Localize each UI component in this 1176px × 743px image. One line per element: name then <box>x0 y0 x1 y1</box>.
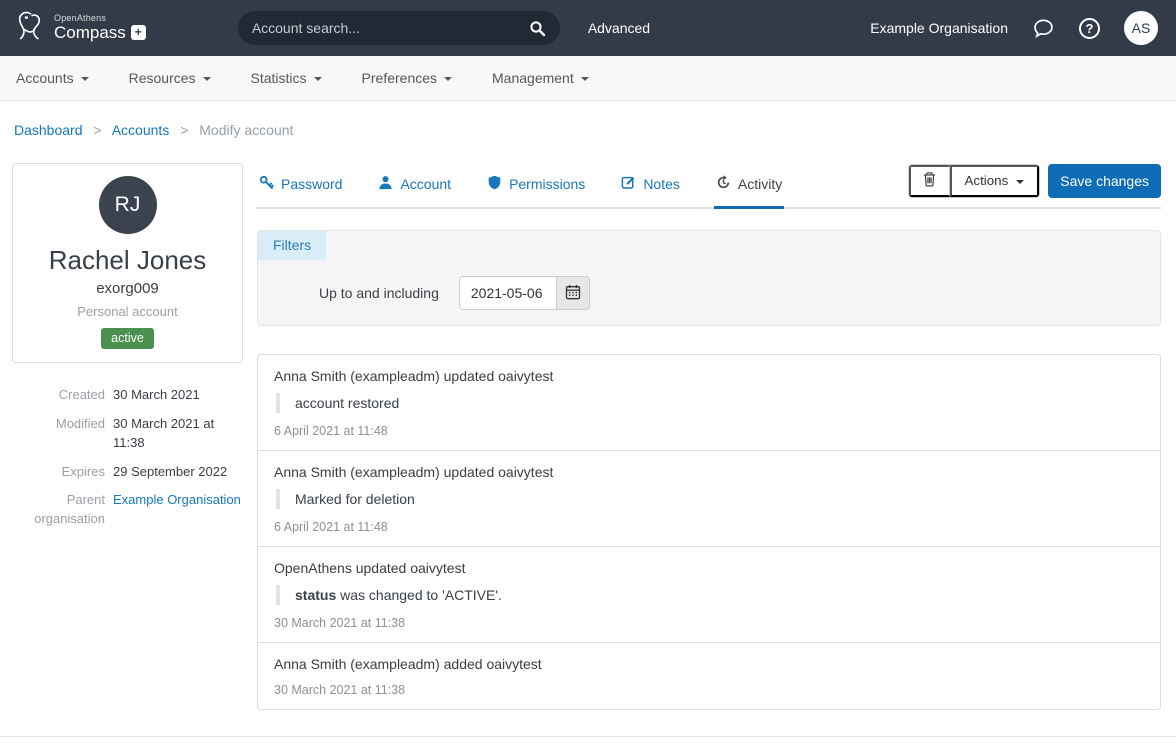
activity-detail: Marked for deletion <box>276 489 1144 509</box>
toolbar: Actions Save changes <box>908 164 1161 198</box>
date-input[interactable] <box>459 276 556 310</box>
actions-button[interactable]: Actions <box>950 165 1040 197</box>
search-icon[interactable] <box>529 20 546 37</box>
breadcrumb-current: Modify account <box>199 122 293 138</box>
detail-created: Created 30 March 2021 <box>12 386 243 405</box>
date-filter-label: Up to and including <box>319 285 439 301</box>
activity-item: Anna Smith (exampleadm) updated oaivytes… <box>258 451 1160 547</box>
account-name: Rachel Jones <box>23 245 232 276</box>
account-editor-panel: Password Account <box>257 163 1161 710</box>
main-nav: Accounts Resources Statistics Preference… <box>0 56 1176 101</box>
trash-icon <box>922 171 937 190</box>
calendar-icon <box>565 284 581 303</box>
nav-item-statistics[interactable]: Statistics <box>251 70 322 86</box>
product-name: Compass <box>54 24 126 43</box>
shield-icon <box>487 175 502 193</box>
save-changes-button[interactable]: Save changes <box>1048 164 1161 198</box>
profile-card: RJ Rachel Jones exorg009 Personal accoun… <box>12 163 243 363</box>
breadcrumb-accounts[interactable]: Accounts <box>112 122 170 138</box>
account-summary-panel: RJ Rachel Jones exorg009 Personal accoun… <box>12 163 243 539</box>
nav-item-management[interactable]: Management <box>492 70 589 86</box>
main-content: RJ Rachel Jones exorg009 Personal accoun… <box>0 163 1176 710</box>
search-input[interactable] <box>252 20 529 36</box>
key-icon <box>259 175 274 193</box>
filters-panel: Filters Up to and including <box>257 230 1161 326</box>
account-details: Created 30 March 2021 Modified 30 March … <box>12 386 243 529</box>
brand-name: OpenAthens <box>54 14 146 24</box>
activity-detail: account restored <box>276 393 1144 413</box>
account-username: exorg009 <box>23 280 232 297</box>
chat-icon[interactable] <box>1032 17 1055 40</box>
activity-list: Anna Smith (exampleadm) updated oaivytes… <box>257 354 1161 710</box>
page-footer: Cookie settings Privacy policy © Copyrig… <box>0 736 1176 743</box>
logo-text: OpenAthens Compass + <box>54 14 146 43</box>
chevron-down-icon <box>581 77 589 81</box>
activity-timestamp: 30 March 2021 at 11:38 <box>274 683 1144 697</box>
chevron-down-icon <box>203 77 211 81</box>
help-icon[interactable]: ? <box>1079 18 1100 39</box>
organisation-name: Example Organisation <box>870 20 1008 36</box>
app-header: OpenAthens Compass + Advanced Example Or… <box>0 0 1176 56</box>
activity-item: Anna Smith (exampleadm) added oaivytest … <box>258 643 1160 709</box>
tab-notes[interactable]: Notes <box>619 163 682 209</box>
nav-item-accounts[interactable]: Accounts <box>16 70 89 86</box>
activity-item: OpenAthens updated oaivytest status was … <box>258 547 1160 643</box>
tab-password[interactable]: Password <box>257 163 344 209</box>
edit-icon <box>621 175 636 193</box>
activity-timestamp: 30 March 2021 at 11:38 <box>274 616 1144 630</box>
chevron-down-icon <box>81 77 89 81</box>
delete-button[interactable] <box>909 165 950 197</box>
calendar-button[interactable] <box>556 276 590 310</box>
account-avatar: RJ <box>99 176 157 234</box>
filters-panel-title: Filters <box>258 231 326 260</box>
parent-organisation-link[interactable]: Example Organisation <box>113 492 241 507</box>
breadcrumb: Dashboard > Accounts > Modify account <box>0 101 1176 163</box>
chevron-down-icon <box>1016 180 1024 184</box>
breadcrumb-dashboard[interactable]: Dashboard <box>14 122 83 138</box>
detail-parent-organisation: Parent organisation Example Organisation <box>12 491 243 529</box>
user-icon <box>378 175 393 193</box>
user-avatar[interactable]: AS <box>1124 11 1158 45</box>
tab-activity[interactable]: Activity <box>714 163 784 209</box>
tab-account[interactable]: Account <box>376 163 453 209</box>
detail-modified: Modified 30 March 2021 at 11:38 <box>12 415 243 453</box>
activity-timestamp: 6 April 2021 at 11:48 <box>274 424 1144 438</box>
plus-badge-icon: + <box>131 25 146 40</box>
chevron-down-icon <box>314 77 322 81</box>
tab-bar: Password Account <box>257 163 1161 209</box>
tab-permissions[interactable]: Permissions <box>485 163 587 209</box>
date-filter <box>459 276 590 310</box>
history-icon <box>716 175 731 193</box>
account-type: Personal account <box>23 304 232 319</box>
account-search <box>238 11 560 45</box>
openathens-logo-icon <box>14 7 47 50</box>
nav-item-resources[interactable]: Resources <box>129 70 211 86</box>
advanced-search-link[interactable]: Advanced <box>588 20 650 36</box>
activity-detail: status was changed to 'ACTIVE'. <box>276 585 1144 605</box>
activity-item: Anna Smith (exampleadm) updated oaivytes… <box>258 355 1160 451</box>
activity-timestamp: 6 April 2021 at 11:48 <box>274 520 1144 534</box>
status-badge: active <box>101 328 154 349</box>
app-logo[interactable]: OpenAthens Compass + <box>14 7 146 50</box>
chevron-down-icon <box>444 77 452 81</box>
nav-item-preferences[interactable]: Preferences <box>362 70 452 86</box>
detail-expires: Expires 29 September 2022 <box>12 463 243 482</box>
